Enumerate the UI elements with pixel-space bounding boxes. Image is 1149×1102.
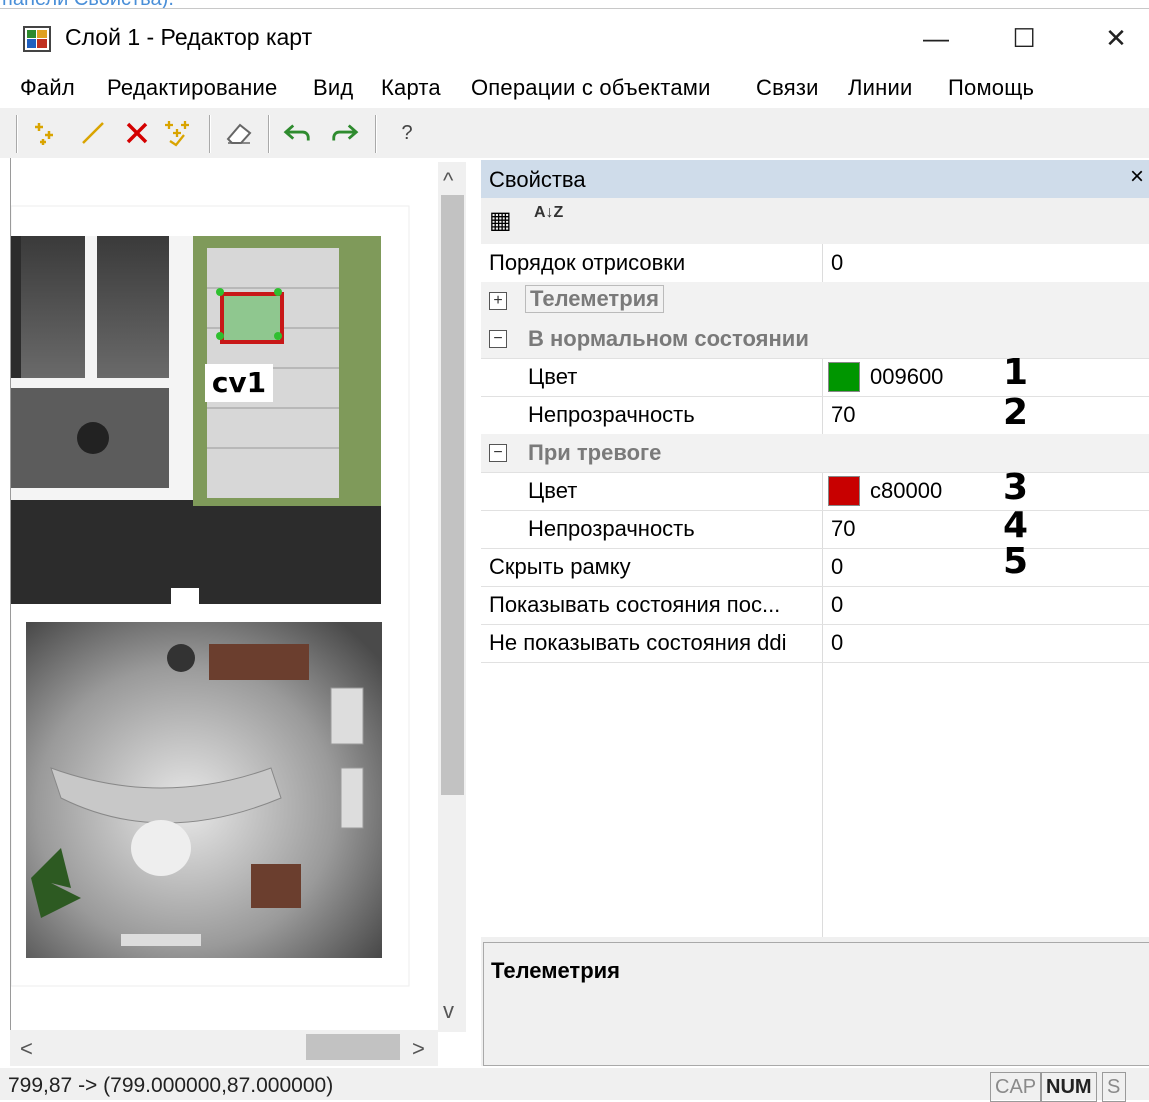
property-value[interactable]: c80000 [870,478,942,504]
property-name: Цвет [528,478,578,503]
property-row-hide-frame[interactable]: Скрыть рамку 0 [481,548,1149,587]
property-name: Цвет [528,364,578,389]
property-name: Показывать состояния пос... [489,592,781,617]
floor-plan-image[interactable] [10,158,439,1030]
expand-telemetry-icon[interactable]: + [489,292,507,310]
category-normal-state[interactable]: В нормальном состоянии [481,320,1149,359]
property-row-alarm-color[interactable]: Цвет c80000 [481,472,1149,511]
collapse-normal-icon[interactable]: − [489,330,507,348]
menu-map[interactable]: Карта [381,75,441,101]
num-lock-indicator: NUM [1041,1072,1097,1102]
scroll-up-arrow[interactable]: ^ [443,168,453,194]
resize-handle[interactable] [274,288,282,296]
menu-view[interactable]: Вид [313,75,353,101]
close-window-button[interactable]: ✕ [1086,16,1146,60]
add-multiple-points-icon[interactable] [162,117,192,149]
window-title: Слой 1 - Редактор карт [65,24,313,50]
annotation-marker-5: 5 [1003,541,1029,582]
property-value[interactable]: 70 [831,402,855,428]
scroll-left-arrow[interactable]: < [20,1036,33,1062]
toolbar-separator [268,115,269,153]
property-value[interactable]: 0 [831,592,843,618]
property-row-no-ddi-states[interactable]: Не показывать состояния ddi 0 [481,624,1149,663]
scroll-lock-indicator: S [1102,1072,1126,1102]
category-alarm-state[interactable]: При тревоге [481,434,1149,473]
minimize-button[interactable]: — [906,16,966,60]
property-row-alarm-opacity[interactable]: Непрозрачность 70 [481,510,1149,549]
property-name: Не показывать состояния ddi [489,630,787,655]
alphabetical-sort-icon[interactable]: A↓Z [534,205,564,221]
color-swatch[interactable] [828,362,860,392]
map-editor-app-icon [23,26,51,52]
menu-links[interactable]: Связи [756,75,819,101]
menu-lines[interactable]: Линии [848,75,912,101]
categorized-view-icon[interactable]: ▦ [489,206,512,235]
collapse-alarm-icon[interactable]: − [489,444,507,462]
horizontal-scroll-thumb[interactable] [306,1034,400,1060]
annotation-marker-2: 2 [1003,392,1029,433]
properties-title: Свойства [489,167,586,192]
vertical-scroll-thumb[interactable] [441,195,464,795]
property-value[interactable]: 70 [831,516,855,542]
color-swatch[interactable] [828,476,860,506]
eraser-icon[interactable] [224,117,254,149]
toolbar-grip [16,115,17,153]
annotation-marker-3: 3 [1003,467,1029,508]
property-row-show-states[interactable]: Показывать состояния пос... 0 [481,586,1149,625]
category-label: В нормальном состоянии [528,326,809,351]
menu-edit[interactable]: Редактирование [107,75,277,101]
resize-handle[interactable] [216,332,224,340]
toolbar-separator [209,115,210,153]
property-name: Непрозрачность [528,516,695,541]
cursor-coordinates: 799,87 -> (799.000000,87.000000) [8,1074,334,1097]
property-value[interactable]: 009600 [870,364,943,390]
property-row-normal-color[interactable]: Цвет 009600 [481,358,1149,397]
scroll-down-arrow[interactable]: v [443,998,454,1024]
delete-icon[interactable] [122,117,152,149]
property-row-normal-opacity[interactable]: Непрозрачность 70 [481,396,1149,435]
scroll-right-arrow[interactable]: > [412,1036,425,1062]
property-row-draw-order[interactable]: Порядок отрисовки 0 [481,244,1149,283]
category-telemetry[interactable]: Телеметрия [481,282,1149,321]
property-value[interactable]: 0 [831,250,843,276]
menu-help[interactable]: Помощь [948,75,1034,101]
map-object-label: cv1 [205,364,273,402]
add-point-icon[interactable] [32,117,62,149]
resize-handle[interactable] [274,332,282,340]
menu-file[interactable]: Файл [20,75,75,101]
properties-toolbar [481,198,1149,244]
property-name: Скрыть рамку [489,554,631,579]
property-value[interactable]: 0 [831,554,843,580]
menu-object-operations[interactable]: Операции с объектами [471,75,711,101]
draw-line-icon[interactable] [78,117,108,149]
resize-handle[interactable] [216,288,224,296]
maximize-button[interactable]: ☐ [994,16,1054,60]
map-canvas[interactable] [10,158,467,1030]
help-icon[interactable]: ? [392,117,422,149]
annotation-marker-4: 4 [1003,505,1029,546]
redo-icon[interactable] [330,117,360,149]
caps-lock-indicator: CAP [990,1072,1042,1102]
annotation-marker-1: 1 [1003,352,1029,393]
toolbar-separator [375,115,376,153]
property-value[interactable]: 0 [831,630,843,656]
description-title: Телеметрия [491,958,621,983]
category-label: При тревоге [528,440,662,465]
undo-icon[interactable] [282,117,312,149]
property-name: Непрозрачность [528,402,695,427]
close-panel-button[interactable]: × [1130,163,1144,191]
category-label: Телеметрия [525,285,665,313]
property-name: Порядок отрисовки [489,250,686,275]
